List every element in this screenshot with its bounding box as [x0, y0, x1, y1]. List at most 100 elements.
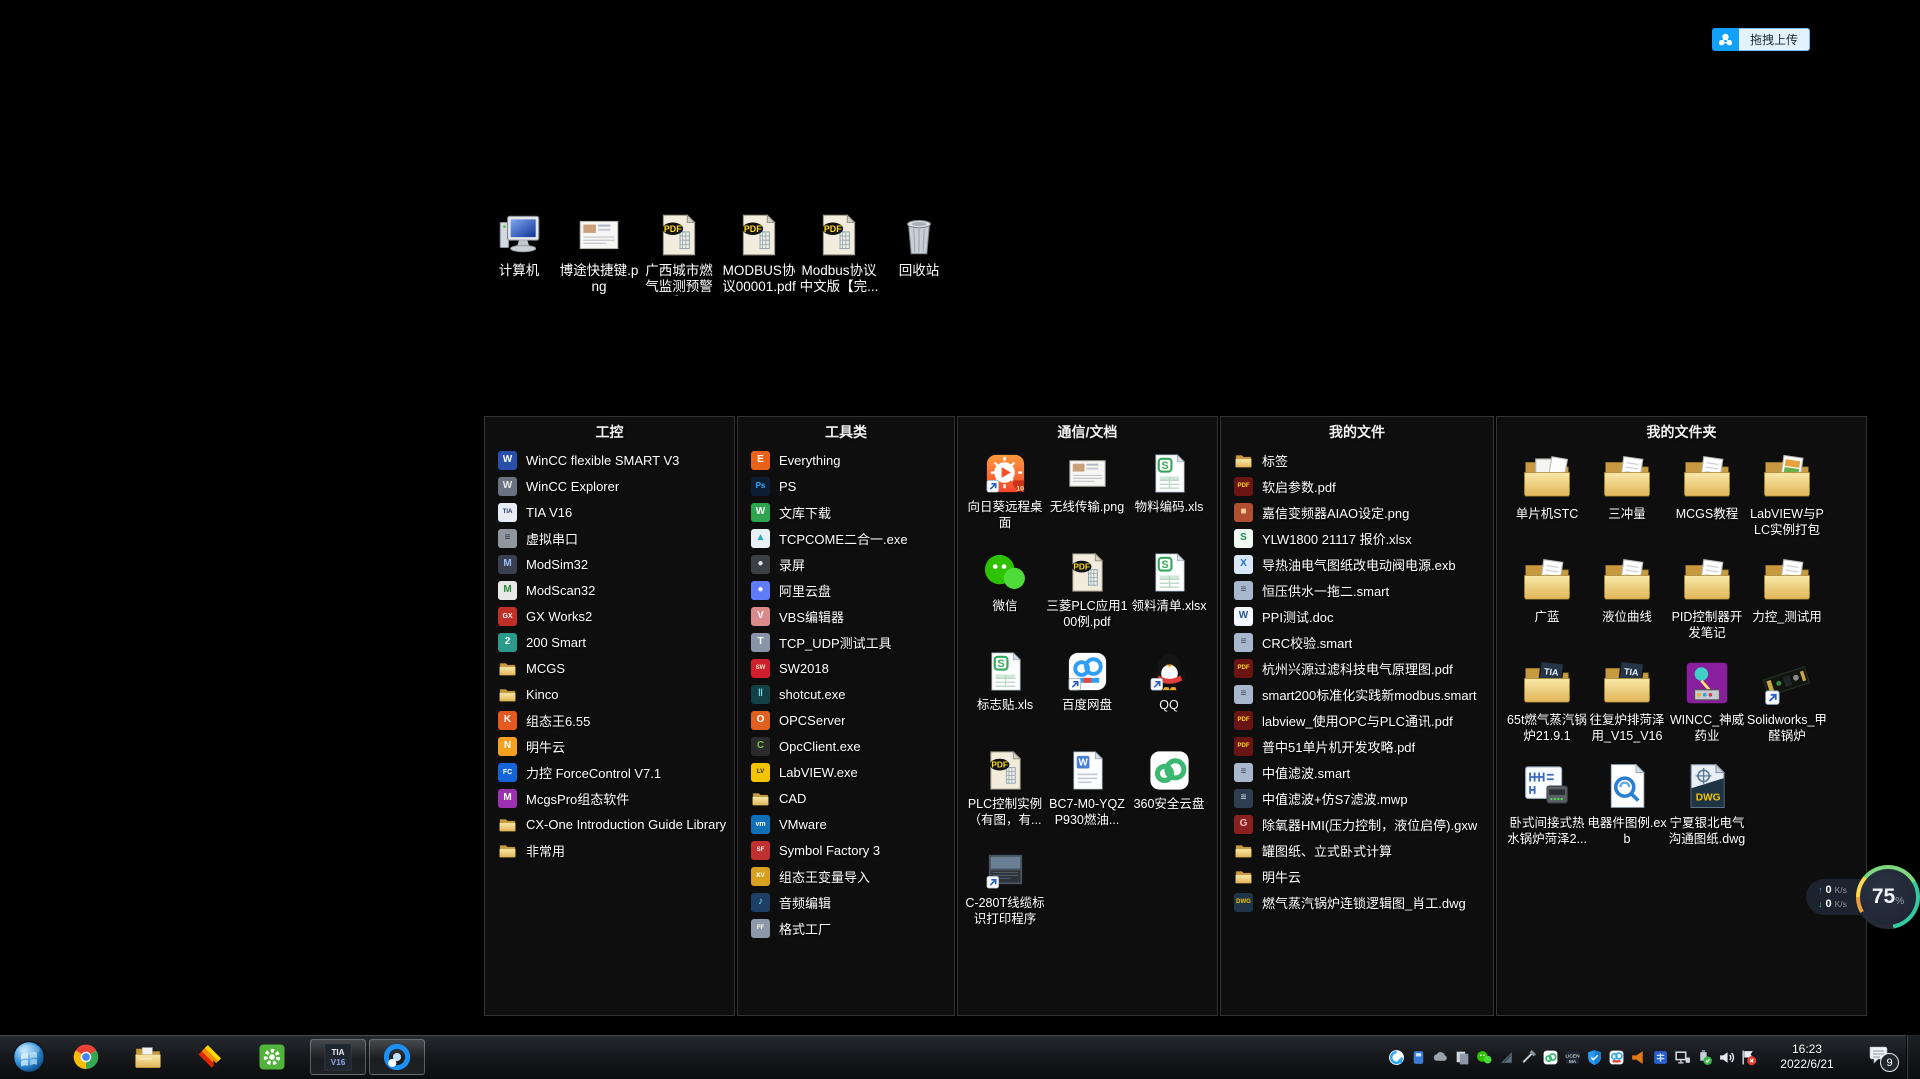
tray-repair-tool-icon[interactable]	[1520, 1049, 1537, 1066]
fence-item[interactable]: DWG燃气蒸汽锅炉连锁逻辑图_肖工.dwg	[1221, 889, 1493, 915]
fence-item[interactable]: S标志贴.xls	[964, 645, 1046, 744]
fence-item[interactable]: 三冲量	[1587, 447, 1667, 550]
fence-item[interactable]: ≡虚拟串口	[485, 525, 734, 551]
fence-item[interactable]: KV组态王变量导入	[738, 863, 954, 889]
taskbar-explorer-button[interactable]	[124, 1037, 172, 1077]
desktop-item-4[interactable]: PDFModbus协议中文版【完...	[799, 210, 879, 296]
tray-usb-drive-icon[interactable]	[1410, 1049, 1427, 1066]
fence-item[interactable]: 微信	[964, 546, 1046, 645]
fence-item[interactable]: ●录屏	[738, 551, 954, 577]
desktop-item-5[interactable]: 回收站	[879, 210, 959, 296]
fence-item[interactable]: COpcClient.exe	[738, 733, 954, 759]
fence-item[interactable]: 标签	[1221, 447, 1493, 473]
fence-item[interactable]: CAD	[738, 785, 954, 811]
fence-item[interactable]: X导热油电气图纸改电动阀电源.exb	[1221, 551, 1493, 577]
fence-item[interactable]: 单片机STC	[1507, 447, 1587, 550]
fence-item[interactable]: ■嘉信变频器AIAO设定.png	[1221, 499, 1493, 525]
fence-item[interactable]: 电器件图例.exb	[1587, 756, 1667, 859]
fence-item[interactable]: vmVMware	[738, 811, 954, 837]
fence-item[interactable]: WBC7-M0-YQZP930燃油...	[1046, 744, 1128, 843]
fence-item[interactable]: 无线传输.png	[1046, 447, 1128, 546]
drag-upload-widget[interactable]: 拖拽上传	[1712, 28, 1810, 51]
fence-item[interactable]: SFSymbol Factory 3	[738, 837, 954, 863]
fence-item[interactable]: 2200 Smart	[485, 629, 734, 655]
fence-item[interactable]: VVBS编辑器	[738, 603, 954, 629]
fence-item[interactable]: ▲TCPCOME二合一.exe	[738, 525, 954, 551]
taskbar-capture-tool-button[interactable]	[186, 1037, 234, 1077]
fence-item[interactable]: MModScan32	[485, 577, 734, 603]
taskbar-start-button[interactable]	[8, 1036, 50, 1078]
fence-item[interactable]: FC力控 ForceControl V7.1	[485, 759, 734, 785]
fence-item[interactable]: DWG宁夏银北电气沟通图纸.dwg	[1667, 756, 1747, 859]
fence-item[interactable]: ≡CRC校验.smart	[1221, 629, 1493, 655]
fence-item[interactable]: QQ	[1128, 645, 1210, 744]
fence-item[interactable]: PDF三菱PLC应用100例.pdf	[1046, 546, 1128, 645]
fence-item[interactable]: SWSW2018	[738, 655, 954, 681]
fence-item[interactable]: Kinco	[485, 681, 734, 707]
fence-item[interactable]: PDF普中51单片机开发攻略.pdf	[1221, 733, 1493, 759]
fence-item[interactable]: WWinCC Explorer	[485, 473, 734, 499]
desktop-item-1[interactable]: 博途快捷键.png	[559, 210, 639, 296]
fence-item[interactable]: MCGS	[485, 655, 734, 681]
fence-item[interactable]: ≡中值滤波.smart	[1221, 759, 1493, 785]
fence-item[interactable]: TIATIA V16	[485, 499, 734, 525]
fence-item[interactable]: CX-One Introduction Guide Library	[485, 811, 734, 837]
fence-item[interactable]: WPPI测试.doc	[1221, 603, 1493, 629]
fence-item[interactable]: EEverything	[738, 447, 954, 473]
fence-item[interactable]: ♪音频编辑	[738, 889, 954, 915]
fence-item[interactable]: 百度网盘	[1046, 645, 1128, 744]
taskbar-qq-browser-button[interactable]	[369, 1039, 425, 1075]
fence-item[interactable]: WWinCC flexible SMART V3	[485, 447, 734, 473]
fence-item[interactable]: PID控制器开发笔记	[1667, 550, 1747, 653]
fence-item[interactable]: 力控_测试用	[1747, 550, 1827, 653]
fence-item[interactable]: PDFPLC控制实例（有图，有...	[964, 744, 1046, 843]
fence-item[interactable]: WINCC_神威药业	[1667, 653, 1747, 756]
fence-item[interactable]: SYLW1800 21117 报价.xlsx	[1221, 525, 1493, 551]
desktop-item-3[interactable]: PDFMODBUS协议00001.pdf	[719, 210, 799, 296]
fence-item[interactable]: ●阿里云盘	[738, 577, 954, 603]
fence-item[interactable]: PDF软启参数.pdf	[1221, 473, 1493, 499]
fence-item[interactable]: ≡smart200标准化实践新modbus.smart	[1221, 681, 1493, 707]
fence-item[interactable]: G除氧器HMI(压力控制，液位启停).gxw	[1221, 811, 1493, 837]
tray-quark-icon[interactable]	[1388, 1049, 1405, 1066]
tray-action-flag-icon[interactable]	[1740, 1049, 1757, 1066]
fence-item[interactable]: Solidworks_甲醛锅炉	[1747, 653, 1827, 756]
fence-item[interactable]: MCGS教程	[1667, 447, 1747, 550]
fence-item[interactable]: PDF杭州兴源过滤科技电气原理图.pdf	[1221, 655, 1493, 681]
tray-security-shield-icon[interactable]	[1586, 1049, 1603, 1066]
taskbar-clock[interactable]: 16:23 2022/6/21	[1766, 1042, 1848, 1072]
tray-network-icon[interactable]	[1674, 1049, 1691, 1066]
desktop-item-2[interactable]: PDF广西城市燃气监测预警系...	[639, 210, 719, 296]
tray-gpu-panel-icon[interactable]	[1498, 1049, 1515, 1066]
fence-item[interactable]: FF格式工厂	[738, 915, 954, 941]
tray-volume-icon[interactable]	[1718, 1049, 1735, 1066]
tray-loudspeaker-icon[interactable]	[1630, 1049, 1647, 1066]
taskbar-tia-v16-button[interactable]: TIAV16	[310, 1039, 366, 1075]
fence-item[interactable]: W文库下载	[738, 499, 954, 525]
performance-float-ball[interactable]: 75 %	[1856, 865, 1920, 929]
tray-usb-eject-icon[interactable]	[1696, 1049, 1713, 1066]
message-center-button[interactable]: 9	[1857, 1037, 1901, 1077]
fence-item[interactable]: 液位曲线	[1587, 550, 1667, 653]
fence-item[interactable]: 10向日葵远程桌面	[964, 447, 1046, 546]
taskbar-green-gear-app-button[interactable]	[248, 1037, 296, 1077]
fence-item[interactable]: LabVIEW与PLC实例打包(...	[1747, 447, 1827, 550]
fence-item[interactable]: TIAPOR往复炉排菏泽用_V15_V16	[1587, 653, 1667, 756]
tray-input-method-icon[interactable]	[1652, 1049, 1669, 1066]
desktop-item-0[interactable]: 计算机	[479, 210, 559, 296]
fence-item[interactable]: 明牛云	[1221, 863, 1493, 889]
fence-item[interactable]: MModSim32	[485, 551, 734, 577]
fence-item[interactable]: ‖shotcut.exe	[738, 681, 954, 707]
fence-item[interactable]: PsPS	[738, 473, 954, 499]
fence-item[interactable]: K组态王6.55	[485, 707, 734, 733]
fence-item[interactable]: 360安全云盘	[1128, 744, 1210, 843]
fence-item[interactable]: 非常用	[485, 837, 734, 863]
tray-cloud-sync-icon[interactable]	[1432, 1049, 1449, 1066]
fence-item[interactable]: 卧式间接式热水锅炉菏泽2...	[1507, 756, 1587, 859]
show-desktop-button[interactable]	[1906, 1035, 1920, 1079]
tray-baidu-netdisk-icon[interactable]	[1608, 1049, 1625, 1066]
fence-item[interactable]: ≡恒压供水一拖二.smart	[1221, 577, 1493, 603]
tray-wechat-icon[interactable]	[1476, 1049, 1493, 1066]
tray-license-manager-icon[interactable]: LICENMA	[1564, 1049, 1581, 1066]
taskbar-chrome-button[interactable]	[62, 1037, 110, 1077]
